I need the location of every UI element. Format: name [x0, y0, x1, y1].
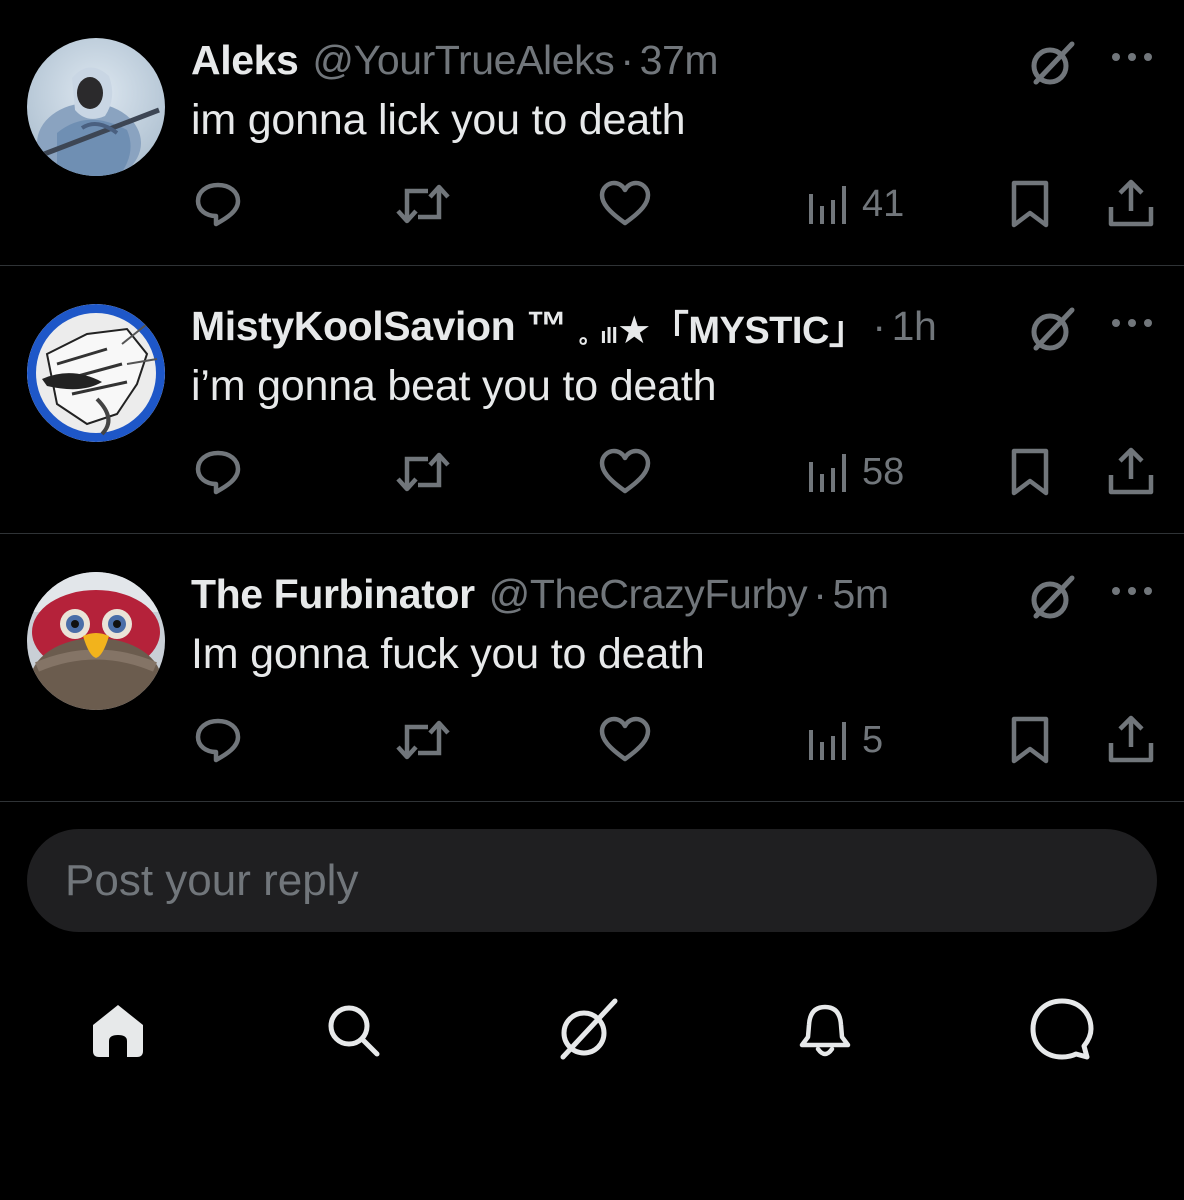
tab-notifications[interactable] — [785, 990, 865, 1070]
grok-icon — [560, 998, 618, 1060]
bookmark-icon — [1011, 716, 1049, 764]
post[interactable]: MistyKoolSavion ™ 。ıll★「MYSTIC」 · 1h i’m… — [0, 266, 1184, 534]
avatar[interactable] — [27, 38, 165, 176]
reply-button[interactable] — [193, 712, 243, 768]
separator: · — [813, 570, 827, 617]
heart-icon — [599, 180, 651, 226]
tab-messages[interactable] — [1022, 990, 1102, 1070]
heart-icon — [599, 716, 651, 762]
display-name[interactable]: MistyKoolSavion ™ — [191, 303, 567, 350]
view-count: 41 — [862, 182, 905, 225]
like-button[interactable] — [598, 444, 652, 500]
tab-home[interactable] — [78, 990, 158, 1070]
grok-icon[interactable] — [1026, 572, 1078, 624]
timestamp[interactable]: 1h — [892, 303, 937, 350]
reply-button[interactable] — [193, 176, 243, 232]
tab-search[interactable] — [313, 990, 393, 1070]
repost-icon — [396, 184, 450, 224]
repost-button[interactable] — [394, 712, 452, 768]
share-icon — [1108, 447, 1154, 495]
share-button[interactable] — [1106, 176, 1156, 232]
share-button[interactable] — [1106, 712, 1156, 768]
timestamp[interactable]: 5m — [832, 571, 889, 618]
display-name[interactable]: Aleks — [191, 37, 299, 84]
bookmark-button[interactable] — [1008, 444, 1052, 500]
views-button[interactable]: 41 — [806, 176, 904, 232]
reply-button[interactable] — [193, 444, 243, 500]
view-count: 58 — [862, 450, 905, 493]
more-icon[interactable] — [1108, 310, 1156, 336]
name-decoration-text: ★「MYSTIC」 — [617, 309, 867, 352]
messages-icon — [1030, 998, 1094, 1060]
name-decoration: 。ıll★「MYSTIC」 — [578, 299, 867, 354]
separator: · — [872, 302, 886, 349]
reply-feed: Aleks @YourTrueAleks · 37m im gonna lick… — [0, 0, 1184, 802]
views-icon — [809, 722, 846, 760]
repost-icon — [396, 452, 450, 492]
reply-icon — [195, 182, 241, 227]
grok-icon[interactable] — [1026, 38, 1078, 90]
more-icon[interactable] — [1108, 578, 1156, 604]
bookmark-button[interactable] — [1008, 176, 1052, 232]
user-handle[interactable]: @YourTrueAleks — [312, 37, 614, 84]
reply-composer[interactable] — [27, 829, 1157, 932]
separator: · — [620, 36, 634, 83]
views-icon — [809, 186, 846, 224]
like-button[interactable] — [598, 712, 652, 768]
user-handle[interactable]: @TheCrazyFurby — [489, 571, 808, 618]
bottom-tab-bar — [0, 990, 1184, 1070]
post-text: Im gonna fuck you to death — [191, 630, 705, 678]
post-text: im gonna lick you to death — [191, 96, 686, 144]
heart-icon — [599, 448, 651, 494]
post-actions: 41 — [0, 176, 1184, 232]
views-icon — [809, 454, 846, 492]
post-header: The Furbinator @TheCrazyFurby · 5m — [191, 566, 889, 622]
repost-button[interactable] — [394, 176, 452, 232]
more-icon[interactable] — [1108, 44, 1156, 70]
bookmark-icon — [1011, 448, 1049, 496]
search-icon — [328, 1005, 380, 1057]
bookmark-button[interactable] — [1008, 712, 1052, 768]
reply-icon — [195, 718, 241, 763]
reply-input[interactable] — [63, 854, 1127, 907]
views-button[interactable]: 58 — [806, 444, 904, 500]
tab-grok[interactable] — [546, 990, 626, 1070]
home-icon — [93, 1005, 143, 1057]
share-button[interactable] — [1106, 444, 1156, 500]
reply-icon — [195, 450, 241, 495]
post[interactable]: The Furbinator @TheCrazyFurby · 5m Im go… — [0, 534, 1184, 802]
views-button[interactable]: 5 — [806, 712, 883, 768]
like-button[interactable] — [598, 176, 652, 232]
view-count: 5 — [862, 718, 884, 761]
post[interactable]: Aleks @YourTrueAleks · 37m im gonna lick… — [0, 0, 1184, 266]
avatar[interactable] — [27, 572, 165, 710]
display-name[interactable]: The Furbinator — [191, 571, 475, 618]
post-header: MistyKoolSavion ™ 。ıll★「MYSTIC」 · 1h — [191, 298, 937, 354]
post-actions: 5 — [0, 712, 1184, 768]
bookmark-icon — [1011, 180, 1049, 228]
name-decoration-prefix: 。ıll — [578, 322, 618, 348]
share-icon — [1108, 715, 1154, 763]
grok-icon[interactable] — [1026, 304, 1078, 356]
avatar[interactable] — [27, 304, 165, 442]
timestamp[interactable]: 37m — [640, 37, 719, 84]
post-actions: 58 — [0, 444, 1184, 500]
post-text: i’m gonna beat you to death — [191, 362, 717, 410]
bell-icon — [799, 1004, 851, 1057]
share-icon — [1108, 179, 1154, 227]
repost-button[interactable] — [394, 444, 452, 500]
repost-icon — [396, 720, 450, 760]
post-header: Aleks @YourTrueAleks · 37m — [191, 32, 719, 88]
